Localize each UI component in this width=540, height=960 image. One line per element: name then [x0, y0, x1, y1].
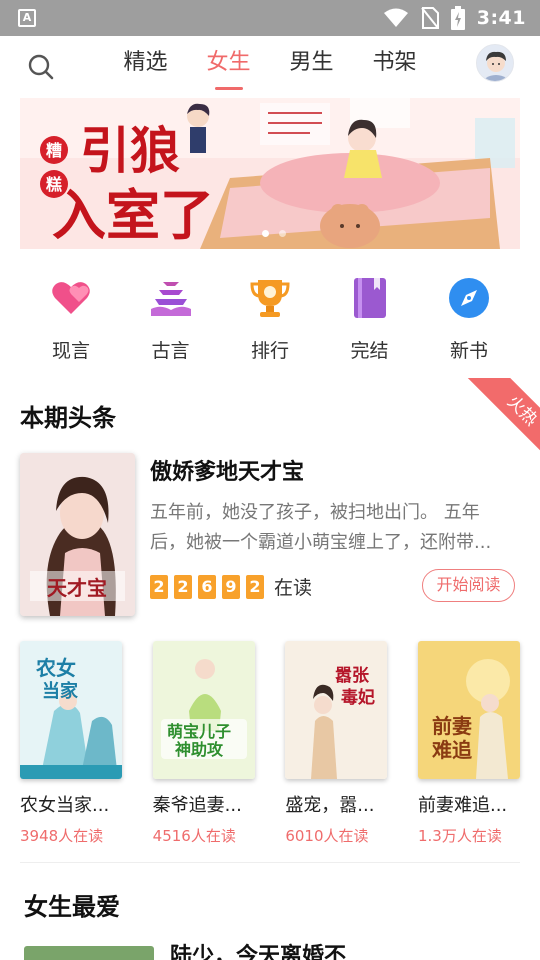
hot-badge: 火热	[465, 378, 540, 458]
compass-icon	[449, 278, 489, 318]
reader-count-digit: 2	[150, 574, 168, 599]
featured-book-cover[interactable]: 天才宝	[20, 453, 135, 616]
banner-title-line-1: 引狼	[80, 122, 180, 180]
cover-title: 神助攻	[175, 740, 224, 759]
reader-count: 2 2 6 9 2 在读	[150, 573, 312, 600]
banner-side-char-1: 糟	[46, 141, 62, 160]
featured-cover-title: 天才宝	[47, 576, 107, 600]
search-icon	[28, 54, 54, 80]
search-button[interactable]	[24, 50, 58, 84]
featured-cover-art: 天才宝	[20, 453, 135, 616]
reading-label: 在读	[274, 577, 313, 599]
reader-count-digit: 2	[174, 574, 192, 599]
cover-title: 萌宝儿子	[167, 722, 231, 741]
avatar-icon	[477, 45, 513, 81]
reader-count-digit: 6	[198, 574, 216, 599]
start-reading-button[interactable]: 开始阅读	[422, 569, 515, 602]
channel-tabs: 精选 女生 男生 书架	[104, 36, 436, 96]
book-card[interactable]: 嚣张 毒妃 盛宠，嚣... 6010人在读	[285, 641, 388, 846]
reader-count-digit: 9	[222, 574, 240, 599]
tab-featured[interactable]: 精选	[104, 36, 187, 96]
trophy-icon	[250, 280, 290, 317]
book-title: 前妻难追...	[417, 795, 508, 816]
category-label: 排行	[250, 340, 289, 362]
book-cover[interactable]: 农女 当家	[20, 641, 122, 779]
banner-illustration: 糟 糕 引狼 入室了	[20, 98, 520, 249]
text-a-notification-icon: A	[18, 9, 36, 27]
cover-title: 难追	[431, 738, 472, 762]
category-shortcuts: 现言 古言 排行 完结 新书	[22, 270, 518, 363]
book-card[interactable]: 前妻 难追 前妻难追... 1.3万人在读	[417, 641, 520, 846]
book-title: 农女当家...	[20, 795, 110, 816]
no-sim-icon	[420, 7, 439, 29]
category-completed[interactable]: 完结	[321, 270, 419, 363]
wifi-icon	[383, 8, 408, 27]
reader-count-digit: 2	[246, 574, 264, 599]
category-ancient-romance[interactable]: 古言	[122, 270, 220, 363]
banner-title-line-2: 入室了	[52, 184, 214, 247]
description-line: 五年前，她没了孩子，被扫地出门。 五年	[150, 502, 480, 523]
book-cover-art: 嚣张 毒妃	[285, 641, 388, 779]
book-title: 盛宠，嚣...	[285, 795, 375, 816]
favorite-book-title[interactable]: 陆少，今天离婚不	[170, 938, 346, 960]
clock: 3:41	[476, 7, 526, 29]
category-label: 完结	[350, 340, 389, 362]
banner-dot-active[interactable]	[262, 230, 269, 237]
featured-book-title[interactable]: 傲娇爹地天才宝	[150, 454, 304, 486]
cover-title: 前妻	[432, 714, 472, 738]
book-cover[interactable]: 前妻 难追	[417, 641, 520, 779]
status-icons: 3:41	[383, 0, 526, 36]
hot-ribbon: 火热	[460, 378, 540, 458]
book-grid: 农女 当家 农女当家... 3948人在读 萌宝儿子 神助攻 秦爷追妻... 4…	[20, 641, 520, 846]
promo-banner[interactable]: 糟 糕 引狼 入室了	[20, 98, 520, 249]
category-new-books[interactable]: 新书	[420, 270, 518, 363]
headline-section-title: 本期头条	[20, 404, 116, 432]
user-avatar[interactable]	[476, 44, 514, 82]
description-line: 后，她被一个霸道小萌宝缠上了，还附带...	[150, 532, 492, 553]
book-reader-count: 3948人在读	[20, 827, 104, 845]
book-cover[interactable]: 萌宝儿子 神助攻	[152, 641, 255, 779]
book-cover-art: 前妻 难追	[417, 641, 520, 779]
book-cover-art: 萌宝儿子 神助攻	[152, 641, 255, 779]
book-title: 秦爷追妻...	[152, 795, 242, 816]
category-label: 古言	[151, 340, 190, 362]
status-bar: A 3:41	[0, 0, 540, 36]
cover-title: 毒妃	[341, 687, 375, 708]
battery-charging-icon	[450, 6, 465, 30]
section-divider	[20, 862, 520, 863]
book-reader-count: 6010人在读	[285, 827, 369, 845]
favorite-book-cover[interactable]	[24, 946, 154, 960]
banner-pagination	[262, 230, 286, 237]
hearts-icon	[52, 282, 90, 314]
featured-book-description: 五年前，她没了孩子，被扫地出门。 五年 后，她被一个霸道小萌宝缠上了，还附带..…	[150, 498, 520, 558]
banner-dot[interactable]	[279, 230, 286, 237]
book-icon	[353, 278, 386, 318]
cover-title: 农女	[35, 656, 76, 680]
pagoda-icon	[150, 282, 191, 316]
cover-title: 当家	[42, 680, 79, 702]
book-card[interactable]: 农女 当家 农女当家... 3948人在读	[20, 641, 122, 846]
book-card[interactable]: 萌宝儿子 神助攻 秦爷追妻... 4516人在读	[152, 641, 255, 846]
category-label: 新书	[449, 340, 488, 362]
book-cover-art: 农女 当家	[20, 641, 122, 779]
book-cover[interactable]: 嚣张 毒妃	[285, 641, 388, 779]
tab-male[interactable]: 男生	[270, 36, 353, 96]
category-label: 现言	[51, 340, 90, 362]
top-navigation: 精选 女生 男生 书架	[0, 36, 540, 96]
tab-female[interactable]: 女生	[187, 36, 270, 96]
category-ranking[interactable]: 排行	[221, 270, 319, 363]
favorites-section-title: 女生最爱	[24, 893, 120, 921]
tab-bookshelf[interactable]: 书架	[353, 36, 436, 96]
category-modern-romance[interactable]: 现言	[22, 270, 120, 363]
book-reader-count: 1.3万人在读	[417, 827, 502, 845]
cover-title: 嚣张	[335, 666, 370, 686]
book-reader-count: 4516人在读	[152, 827, 236, 845]
